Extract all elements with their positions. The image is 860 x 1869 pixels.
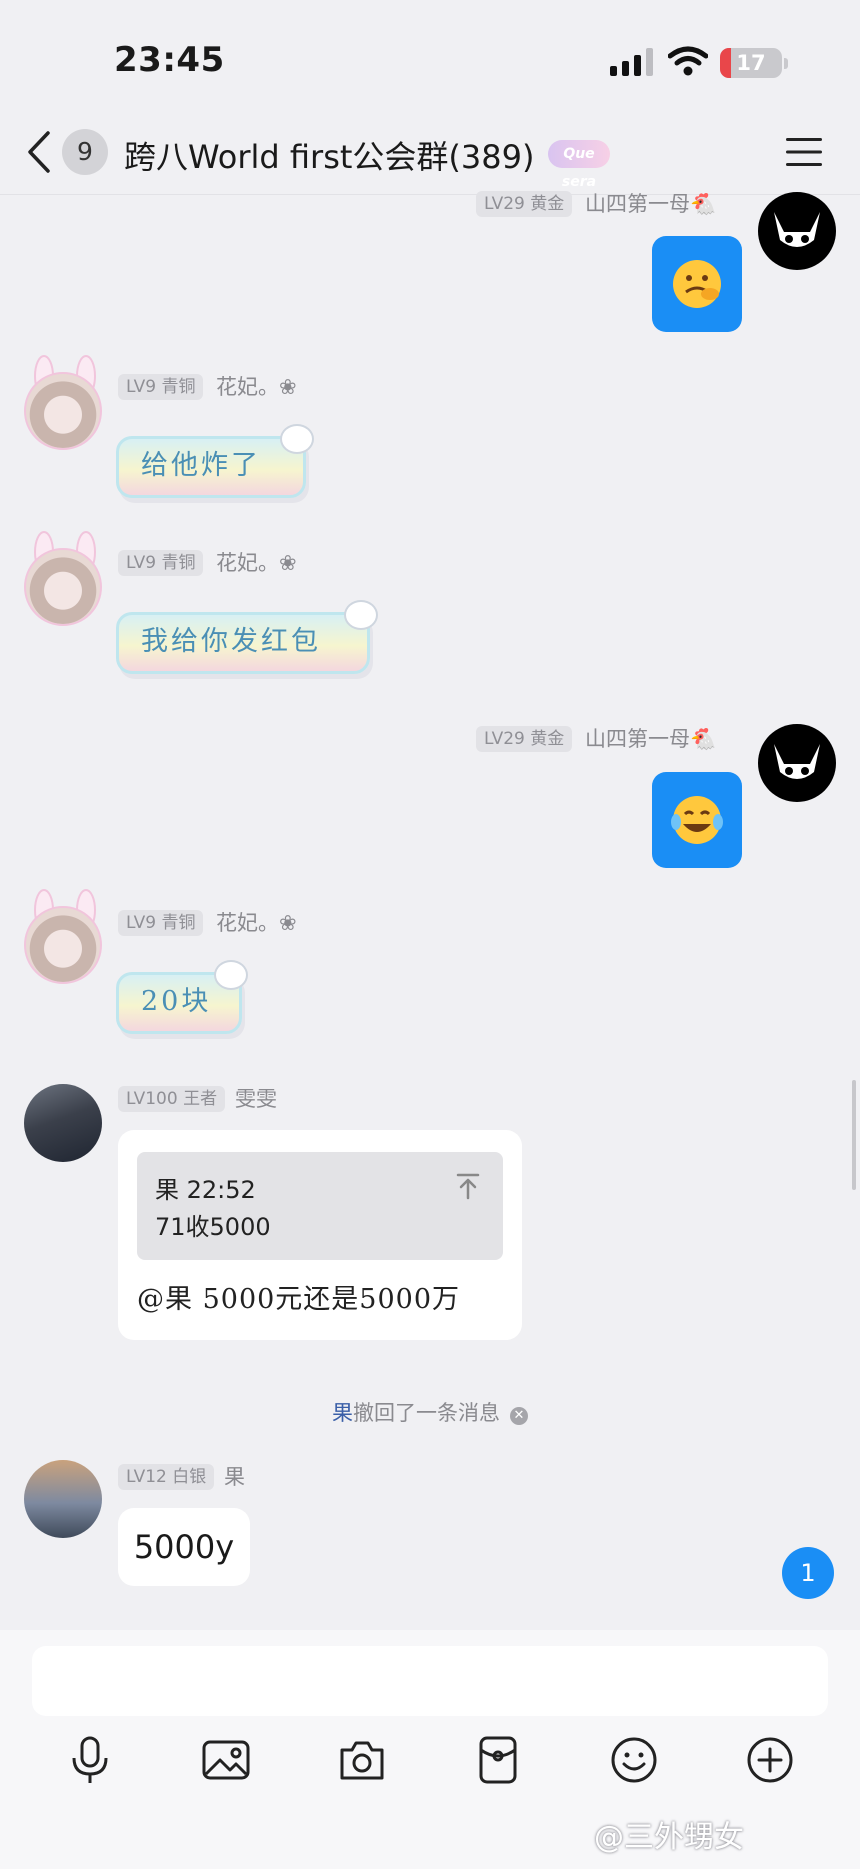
level-badge: LV9 青铜 bbox=[118, 910, 204, 936]
chat-title[interactable]: 跨八World first公会群(389) bbox=[124, 132, 534, 178]
jump-to-quote-icon[interactable] bbox=[454, 1172, 482, 1200]
avatar[interactable] bbox=[758, 192, 836, 270]
quoted-sender-time: 果 22:52 bbox=[155, 1176, 256, 1204]
sticker-message[interactable]: 我给你发红包 bbox=[116, 612, 370, 674]
scrollbar[interactable] bbox=[852, 1080, 856, 1190]
image-icon[interactable] bbox=[200, 1734, 252, 1786]
status-time: 23:45 bbox=[114, 40, 225, 80]
sticker-message[interactable]: 给他炸了 bbox=[116, 436, 306, 498]
battery-level: 17 bbox=[736, 51, 766, 75]
sender-name: 花妃。❀ bbox=[216, 551, 297, 575]
bird-icon bbox=[280, 424, 314, 454]
level-badge: LV9 青铜 bbox=[118, 550, 204, 576]
level-badge: LV29 黄金 bbox=[476, 191, 573, 217]
battery-cap bbox=[784, 58, 788, 69]
message-text: @果 5000元还是5000万 bbox=[137, 1284, 461, 1315]
grimace-emoji-icon bbox=[673, 260, 721, 308]
battery-indicator: 17 bbox=[720, 48, 782, 78]
recall-notice: 果撤回了一条消息 ✕ bbox=[0, 1397, 860, 1427]
close-icon[interactable]: ✕ bbox=[510, 1407, 528, 1425]
level-badge: LV100 王者 bbox=[118, 1086, 226, 1112]
tears-of-joy-emoji-icon bbox=[671, 796, 723, 844]
bird-icon bbox=[344, 600, 378, 630]
watermark: @三外甥女 bbox=[594, 1820, 744, 1855]
avatar[interactable] bbox=[24, 1460, 102, 1538]
red-packet-icon[interactable] bbox=[472, 1734, 524, 1786]
level-badge: LV9 青铜 bbox=[118, 374, 204, 400]
microphone-icon[interactable] bbox=[64, 1734, 116, 1786]
plus-icon[interactable] bbox=[744, 1734, 796, 1786]
bird-icon bbox=[214, 960, 248, 990]
emoji-icon[interactable] bbox=[608, 1734, 660, 1786]
cellular-signal-icon bbox=[610, 48, 653, 76]
cat-face-icon bbox=[774, 212, 820, 247]
header-divider bbox=[0, 194, 860, 195]
message-input[interactable] bbox=[32, 1646, 828, 1716]
sender-name: 山四第一母🐔 bbox=[585, 727, 717, 751]
avatar[interactable] bbox=[24, 1084, 102, 1162]
sender-name: 山四第一母🐔 bbox=[585, 192, 717, 216]
quoted-text: 71收5000 bbox=[155, 1213, 271, 1241]
camera-icon[interactable] bbox=[336, 1734, 388, 1786]
menu-icon[interactable] bbox=[786, 138, 822, 166]
recall-user[interactable]: 果 bbox=[332, 1401, 353, 1425]
cat-face-icon bbox=[774, 744, 820, 779]
avatar[interactable] bbox=[24, 548, 102, 626]
sender-name: 雯雯 bbox=[235, 1087, 277, 1111]
level-badge: LV12 白银 bbox=[118, 1464, 215, 1490]
title-sticker: Que sera bbox=[548, 140, 610, 190]
quoted-message[interactable] bbox=[137, 1152, 503, 1260]
avatar[interactable] bbox=[758, 724, 836, 802]
sender-name: 花妃。❀ bbox=[216, 911, 297, 935]
sender-name: 花妃。❀ bbox=[216, 375, 297, 399]
sender-name: 果 bbox=[224, 1465, 245, 1489]
message-bubble[interactable] bbox=[652, 236, 742, 332]
recall-text: 撤回了一条消息 bbox=[353, 1401, 500, 1425]
message-bubble[interactable]: 5000y bbox=[118, 1508, 250, 1586]
level-badge: LV29 黄金 bbox=[476, 726, 573, 752]
unread-count-badge[interactable]: 9 bbox=[62, 129, 108, 175]
wifi-icon bbox=[668, 46, 708, 76]
message-bubble[interactable] bbox=[652, 772, 742, 868]
back-icon[interactable] bbox=[26, 130, 52, 174]
avatar[interactable] bbox=[24, 906, 102, 984]
avatar[interactable] bbox=[24, 372, 102, 450]
new-message-badge[interactable]: 1 bbox=[782, 1547, 834, 1599]
